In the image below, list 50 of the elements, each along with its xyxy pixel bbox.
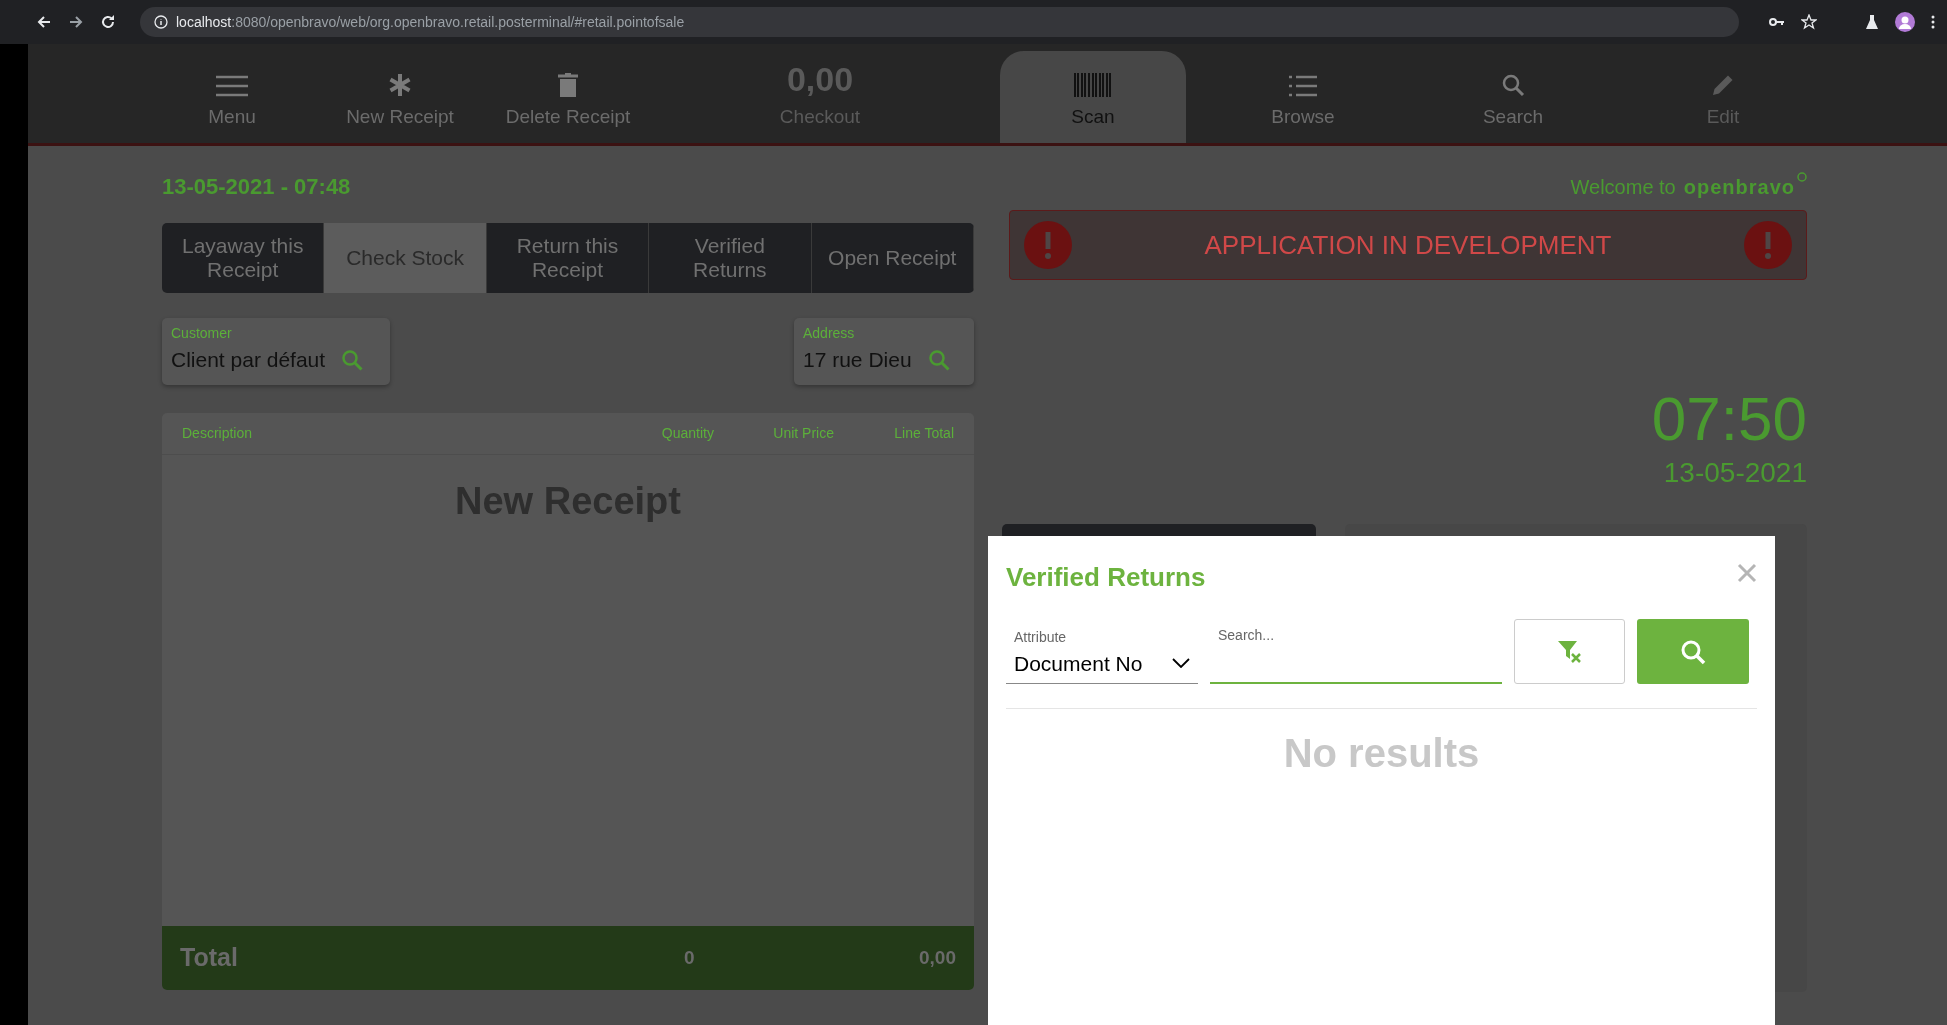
attribute-dropdown[interactable]: Attribute Document No bbox=[1006, 620, 1198, 684]
action-button[interactable]: Open Receipt bbox=[811, 223, 974, 293]
warning-icon bbox=[1744, 221, 1792, 269]
forward-icon[interactable] bbox=[68, 14, 84, 30]
welcome-text: Welcome to bbox=[1570, 175, 1676, 200]
total-label: Total bbox=[180, 942, 239, 974]
reload-icon[interactable] bbox=[100, 14, 116, 30]
logo-mark-icon bbox=[1797, 172, 1807, 182]
search-icon bbox=[1501, 72, 1525, 97]
customer-field[interactable]: Customer Client par défaut bbox=[162, 318, 390, 385]
toolbar-button[interactable]: New Receipt bbox=[316, 51, 484, 143]
toolbar-button[interactable]: Delete Receipt bbox=[484, 51, 652, 143]
trash-icon bbox=[558, 72, 578, 97]
list-icon bbox=[1289, 74, 1317, 97]
clear-filter-button[interactable] bbox=[1514, 619, 1625, 684]
total-quantity: 0 bbox=[684, 945, 696, 970]
star-icon[interactable] bbox=[1801, 14, 1817, 30]
avatar-icon[interactable] bbox=[1895, 12, 1915, 32]
action-button[interactable]: Return this Receipt bbox=[486, 223, 650, 293]
clock-date: 13-05-2021 bbox=[1662, 456, 1807, 490]
column-header: Description bbox=[182, 424, 254, 443]
total-amount: 0,00 bbox=[919, 945, 956, 970]
asterisk-icon bbox=[388, 72, 412, 97]
address-field[interactable]: Address 17 rue Dieu bbox=[794, 318, 974, 385]
action-button[interactable]: Verified Returns bbox=[649, 223, 812, 293]
menu-icon bbox=[216, 74, 248, 97]
flask-icon[interactable] bbox=[1865, 14, 1879, 30]
chevron-down-icon bbox=[1172, 658, 1190, 669]
column-header: Line Total bbox=[893, 424, 954, 443]
filter-clear-icon bbox=[1556, 639, 1583, 664]
dialog-title: Verified Returns bbox=[1006, 561, 1206, 594]
receipt-date-time: 13-05-2021 - 07:48 bbox=[162, 173, 352, 201]
warning-icon bbox=[1024, 221, 1072, 269]
column-header: Unit Price bbox=[772, 424, 834, 443]
action-button[interactable]: Layaway this Receipt bbox=[162, 223, 325, 293]
more-options-icon[interactable] bbox=[1931, 15, 1935, 29]
toolbar-button[interactable]: Browse bbox=[1198, 51, 1408, 143]
info-icon[interactable] bbox=[154, 15, 168, 29]
toolbar-button[interactable]: Menu bbox=[148, 51, 316, 143]
search-field[interactable]: Search... bbox=[1210, 619, 1502, 684]
clock-time: 07:50 bbox=[1650, 386, 1807, 452]
barcode-icon bbox=[1074, 72, 1112, 97]
brand-logo-text: openbravo bbox=[1683, 175, 1795, 200]
column-header: Quantity bbox=[660, 424, 714, 443]
banner-text: APPLICATION IN DEVELOPMENT bbox=[1204, 228, 1612, 262]
back-icon[interactable] bbox=[36, 14, 52, 30]
toolbar-button[interactable]: Search bbox=[1408, 51, 1618, 143]
search-icon bbox=[1680, 638, 1706, 665]
close-icon bbox=[1737, 562, 1757, 583]
key-icon[interactable] bbox=[1769, 17, 1785, 27]
